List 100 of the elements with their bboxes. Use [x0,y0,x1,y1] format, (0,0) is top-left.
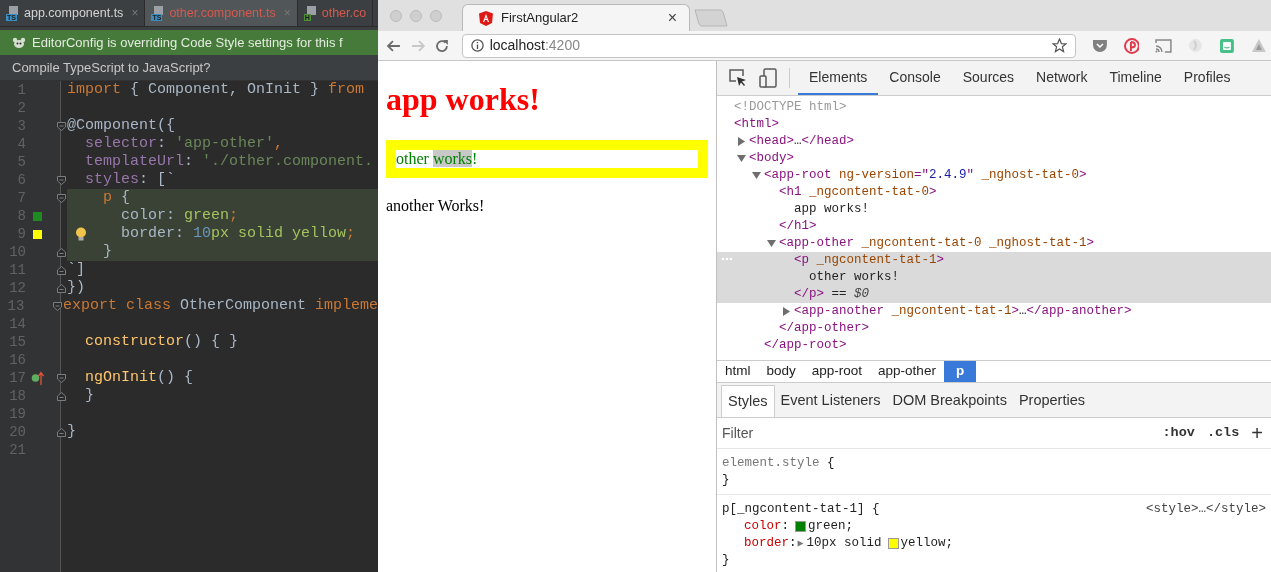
fold-icon[interactable] [57,121,66,131]
toggle-button[interactable]: :hov [1162,422,1195,444]
text-node[interactable]: app works! [794,200,869,219]
closing-tag[interactable]: </app-root> [764,336,847,355]
text-node[interactable]: other works! [809,268,899,287]
address-bar[interactable]: localhost:4200 [461,33,1076,58]
dom-node[interactable]: <head>…</head> [749,132,855,151]
fold-icon[interactable] [57,391,66,401]
dom-node[interactable]: <app-other _ngcontent-tat-0 _nghost-tat-1> [779,234,1095,253]
brace: } [722,552,730,569]
dom-node[interactable]: <body> [749,149,794,168]
expand-triangle[interactable]: ▶ [797,536,804,551]
url-text: localhost:4200 [489,36,581,55]
reload-icon[interactable] [433,37,450,54]
triangle-icon[interactable] [1251,38,1267,53]
bordered-paragraph: other works! [386,140,708,178]
devtools-tab[interactable]: Sources [951,61,1026,95]
browser-tab[interactable]: FirstAngular2 × [462,4,690,31]
code-line: import { Component, OnInit } from [67,79,365,100]
override-icon[interactable] [30,370,44,386]
expand-arrow-icon[interactable] [782,307,791,316]
brace: { [871,500,880,518]
expand-arrow-icon[interactable] [737,137,746,146]
fold-icon[interactable] [57,193,66,203]
devtools-tab[interactable]: Elements [798,61,879,95]
page-heading: app works! [386,80,541,119]
tab-close-button[interactable]: × [667,10,677,26]
dom-node[interactable]: <h1 _ngcontent-tat-0> [779,183,937,202]
closing-tag[interactable]: </h1> [779,217,817,236]
info-icon [470,39,484,52]
collapse-arrow-icon[interactable] [752,171,761,180]
css-value[interactable]: green; [808,517,854,536]
code-line: }) [67,277,85,298]
css-property[interactable]: color [744,517,782,536]
devtools-tab[interactable]: Console [878,61,952,95]
brace: { [826,454,835,472]
closing-tag[interactable]: </app-other> [779,319,869,338]
code-line: border: 10px solid yellow; [121,223,356,244]
color-swatch[interactable] [795,521,807,532]
fold-icon[interactable] [57,427,66,437]
breadcrumb[interactable]: body [758,361,804,382]
code-line: } [85,385,95,406]
css-property[interactable]: border [744,534,789,553]
colon: : [789,535,797,553]
pocket-icon[interactable] [1091,38,1108,53]
pane-tab[interactable]: DOM Breakpoints [886,385,1013,417]
code-line: p { [103,187,131,208]
dom-node[interactable]: <app-root ng-version="2.4.9" _nghost-tat-0> [764,166,1087,185]
pane-tab[interactable]: Styles [721,385,775,417]
tab-title: FirstAngular2 [501,9,580,28]
fold-icon[interactable] [57,283,66,293]
css-selector: element.style [722,454,820,472]
collapse-arrow-icon[interactable] [737,154,746,163]
filter-field[interactable]: Filter [722,422,1163,444]
pane-tab[interactable]: Properties [1012,385,1091,417]
creature-icon [12,36,26,49]
notification-text: EditorConfig is overriding Code Style settings for this f [32,33,343,52]
inspect-icon[interactable] [729,69,747,87]
star-icon[interactable] [1051,38,1067,53]
cast-icon[interactable] [1155,38,1173,53]
css-value[interactable]: 10px solid [806,534,882,553]
code-line: } [103,241,113,262]
devtools-tab[interactable]: Profiles [1172,61,1242,95]
face-icon[interactable] [1219,37,1236,54]
breadcrumb[interactable]: app-root [803,361,871,382]
code-line: constructor() { } [85,331,239,352]
shield-icon [479,10,493,26]
closing-tag[interactable]: </p> == $0 [794,285,870,304]
page-paragraph: another Works! [386,196,486,216]
code-line: color: green; [121,205,239,226]
breadcrumb[interactable]: app-other [870,361,944,382]
pane-tab[interactable]: Event Listeners [774,385,887,417]
device-icon[interactable] [759,68,777,88]
fold-icon[interactable] [57,175,66,185]
source-link[interactable]: <style>…</style> [1145,499,1266,519]
code-line: styles: [` [85,169,176,190]
code-line: export class OtherComponent impleme [62,295,378,316]
devtools-tab[interactable]: Network [1025,61,1099,95]
breadcrumb[interactable]: html [717,361,759,382]
fold-icon[interactable] [57,373,66,383]
code-line: ngOnInit() { [85,367,194,388]
fold-icon[interactable] [57,247,66,257]
dom-node[interactable]: <html> [734,115,779,134]
toggle-button[interactable]: .cls [1206,422,1240,444]
code-line: `] [67,259,85,280]
devtools-tab[interactable]: Timeline [1098,61,1173,95]
pinterest-icon[interactable] [1123,37,1140,54]
code-line: } [67,421,76,442]
collapse-arrow-icon[interactable] [767,239,776,248]
dom-node[interactable]: <app-another _ngcontent-tat-1>…</app-another> [794,302,1132,321]
color-swatch[interactable] [887,538,899,549]
fold-icon[interactable] [52,301,62,311]
fold-icon[interactable] [57,265,66,275]
code-line: templateUrl: './other.component. [85,151,374,172]
code-line: @Component({ [67,115,176,136]
breadcrumb[interactable]: p [943,361,977,382]
colon: : [781,518,790,536]
css-value[interactable]: yellow; [900,534,954,553]
lightbulb-icon[interactable] [75,227,87,241]
add-rule-button[interactable]: + [1251,423,1267,443]
